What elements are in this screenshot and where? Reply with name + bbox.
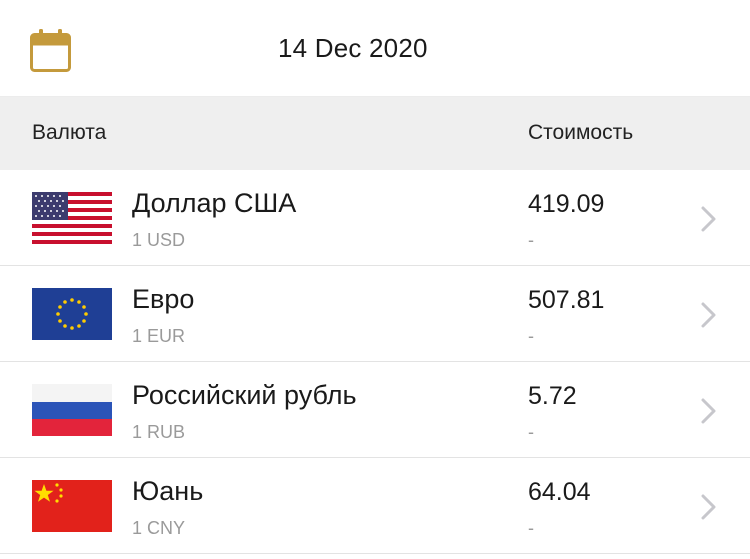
selected-date[interactable]: 14 Dec 2020: [278, 33, 428, 64]
currency-column-header: Валюта: [32, 121, 107, 144]
cn-flag-icon: [32, 480, 112, 532]
value-column-header: Стоимость: [528, 121, 634, 144]
currency-price: 419.09: [528, 190, 605, 218]
chevron-right-icon: [701, 206, 716, 232]
currency-row-cny[interactable]: Юань 1 CNY 64.04 -: [0, 458, 750, 554]
eu-flag-icon: [32, 288, 112, 340]
date-bar: 14 Dec 2020: [0, 0, 750, 97]
currency-row-eur[interactable]: Евро 1 EUR 507.81 -: [0, 266, 750, 362]
currency-price: 64.04: [528, 478, 591, 506]
currency-price: 507.81: [528, 286, 605, 314]
currency-name: Евро: [132, 284, 195, 314]
currency-name: Юань: [132, 476, 204, 506]
currency-change: -: [528, 422, 534, 442]
currency-row-rub[interactable]: Российский рубль 1 RUB 5.72 -: [0, 362, 750, 458]
currency-change: -: [528, 230, 534, 250]
chevron-right-icon: [701, 302, 716, 328]
currency-name: Доллар США: [132, 188, 297, 218]
chevron-right-icon: [701, 398, 716, 424]
currency-row-usd[interactable]: Доллар США 1 USD 419.09 -: [0, 170, 750, 266]
chevron-right-icon: [701, 494, 716, 520]
currency-change: -: [528, 326, 534, 346]
currency-list: Доллар США 1 USD 419.09 - Евро 1 EUR 507…: [0, 170, 750, 554]
currency-code: 1 RUB: [132, 422, 186, 442]
table-header: Валюта Стоимость: [0, 97, 750, 170]
currency-code: 1 USD: [132, 230, 186, 250]
us-flag-icon: [32, 192, 112, 244]
ru-flag-icon: [32, 384, 112, 436]
currency-price: 5.72: [528, 382, 577, 410]
currency-name: Российский рубль: [132, 380, 357, 410]
currency-code: 1 CNY: [132, 518, 186, 538]
currency-change: -: [528, 518, 534, 538]
calendar-icon[interactable]: [30, 29, 71, 72]
currency-code: 1 EUR: [132, 326, 186, 346]
